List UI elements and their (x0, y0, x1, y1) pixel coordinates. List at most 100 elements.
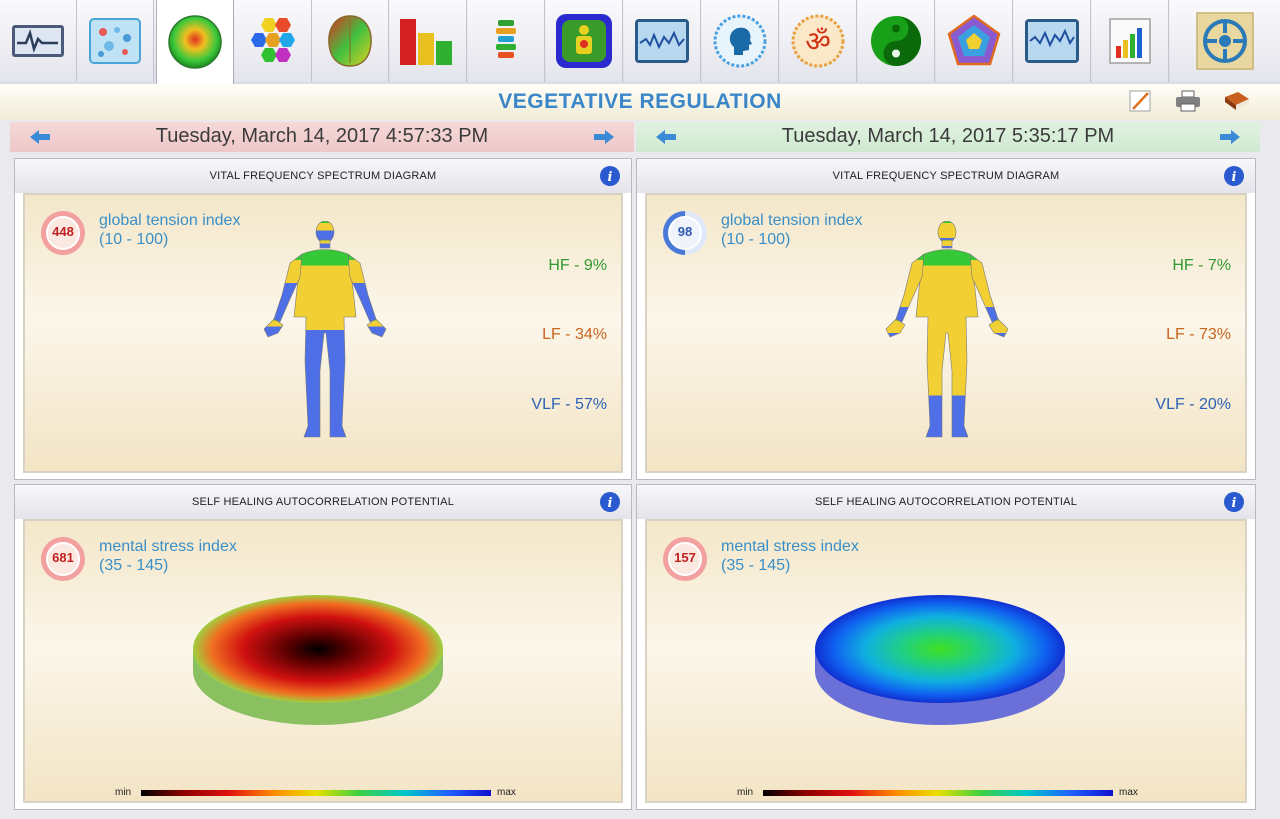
panel-body: 448 global tension index (10 - 100) HF -… (23, 193, 623, 473)
tb-bar-chart-button[interactable] (390, 0, 467, 82)
edit-icon (1129, 90, 1151, 112)
vlf-value: VLF - 20% (1155, 396, 1231, 413)
panel-title: SELF HEALING AUTOCORRELATION POTENTIAL (814, 496, 1078, 508)
pentagon-chart-icon (947, 14, 1001, 66)
info-icon[interactable]: i (599, 165, 621, 187)
body-scan-icon (556, 14, 612, 68)
wave-chart-icon (635, 19, 689, 63)
index-name: global tension index (99, 212, 241, 229)
index-badge: 98 (661, 209, 709, 257)
svg-text:ॐ: ॐ (805, 25, 831, 58)
panel-header: VITAL FREQUENCY SPECTRUM DIAGRAM i (637, 159, 1255, 193)
body-diagram-left (263, 221, 387, 438)
scale-gradient-bar (141, 790, 491, 796)
tb-cell-analysis-button[interactable] (77, 0, 154, 82)
global-tension-value: 98 (677, 224, 693, 239)
scale-max-label: max (1119, 787, 1138, 798)
index-name: mental stress index (721, 538, 859, 555)
logo-icon (1196, 12, 1254, 70)
color-scale: min max (737, 787, 1157, 801)
panel-body: 157 mental stress index (35 - 145) min m… (645, 519, 1247, 803)
vlf-value: VLF - 57% (531, 396, 607, 413)
mental-stress-value: 681 (52, 550, 74, 565)
index-range: (10 - 100) (721, 231, 791, 248)
cell-analysis-icon (89, 18, 141, 64)
self-healing-panel-right: SELF HEALING AUTOCORRELATION POTENTIAL i… (636, 484, 1256, 810)
energy-sphere-icon (168, 15, 222, 69)
tb-bar-report-button[interactable] (1092, 0, 1169, 82)
index-badge: 681 (39, 535, 87, 583)
tb-om-symbol-button[interactable]: ॐ (780, 0, 857, 82)
vital-spectrum-panel-right: VITAL FREQUENCY SPECTRUM DIAGRAM i 98 gl… (636, 158, 1256, 480)
session-date-left: Tuesday, March 14, 2017 4:57:33 PM (155, 125, 489, 147)
tb-wave-chart-2-button[interactable] (1014, 0, 1091, 82)
brain-map-icon (328, 15, 372, 67)
tb-wave-chart-button[interactable] (624, 0, 701, 82)
scale-max-label: max (497, 787, 516, 798)
scale-gradient-bar (763, 790, 1113, 796)
hf-value: HF - 7% (1172, 257, 1231, 274)
edit-button[interactable] (1128, 89, 1154, 113)
bar-report-icon (1109, 18, 1151, 64)
svg-text:i: i (608, 496, 613, 511)
panel-title: SELF HEALING AUTOCORRELATION POTENTIAL (191, 496, 455, 508)
hexagon-organs-icon (251, 18, 295, 62)
autocorrelation-disc-right (815, 595, 1065, 725)
index-range: (35 - 145) (99, 557, 169, 574)
yin-yang-icon (871, 16, 921, 66)
tb-hexagon-organs-button[interactable] (235, 0, 312, 82)
page-title: VEGETATIVE REGULATION (498, 90, 782, 113)
head-profile-icon (713, 14, 767, 68)
tb-pentagon-chart-button[interactable] (936, 0, 1013, 82)
svg-text:i: i (1232, 170, 1237, 185)
info-icon[interactable]: i (1223, 165, 1245, 187)
vital-spectrum-panel-left: VITAL FREQUENCY SPECTRUM DIAGRAM i 448 g… (14, 158, 632, 480)
lf-value: LF - 73% (1166, 326, 1231, 343)
color-scale: min max (115, 787, 535, 801)
tb-ecg-monitor-button[interactable] (0, 0, 77, 82)
info-icon[interactable]: i (599, 491, 621, 513)
spine-icon (496, 20, 516, 58)
index-range: (35 - 145) (721, 557, 791, 574)
title-bar: VEGETATIVE REGULATION (0, 84, 1280, 120)
hf-value: HF - 9% (548, 257, 607, 274)
help-book-button[interactable] (1222, 89, 1249, 113)
next-arrow-icon[interactable] (594, 128, 614, 146)
tb-logo-button[interactable] (1170, 0, 1280, 82)
index-name: global tension index (721, 212, 863, 229)
index-badge: 448 (39, 209, 87, 257)
book-icon (1225, 92, 1249, 110)
index-name: mental stress index (99, 538, 237, 555)
panel-header: SELF HEALING AUTOCORRELATION POTENTIAL i (15, 485, 631, 519)
autocorrelation-disc-left (193, 595, 443, 725)
tb-head-profile-button[interactable] (702, 0, 779, 82)
svg-text:i: i (1232, 496, 1237, 511)
index-range: (10 - 100) (99, 231, 169, 248)
scale-min-label: min (115, 787, 132, 798)
tb-energy-sphere-button[interactable] (156, 0, 234, 84)
tb-body-scan-button[interactable] (546, 0, 623, 82)
session-date-right: Tuesday, March 14, 2017 5:35:17 PM (781, 125, 1115, 147)
scale-min-label: min (737, 787, 754, 798)
body-diagram-right (885, 221, 1009, 438)
svg-text:i: i (608, 170, 613, 185)
info-icon[interactable]: i (1223, 491, 1245, 513)
module-toolbar: ॐ (0, 0, 1280, 85)
panel-body: 681 mental stress index (35 - 145) min m… (23, 519, 623, 803)
lf-value: LF - 34% (542, 326, 607, 343)
tb-brain-map-button[interactable] (312, 0, 389, 82)
panel-title: VITAL FREQUENCY SPECTRUM DIAGRAM (832, 170, 1060, 182)
printer-icon (1176, 90, 1200, 112)
session-date-bar-right: Tuesday, March 14, 2017 5:35:17 PM (636, 122, 1260, 152)
tb-spine-button[interactable] (468, 0, 545, 82)
session-date-bar-left: Tuesday, March 14, 2017 4:57:33 PM (10, 122, 634, 152)
tb-yin-yang-button[interactable] (858, 0, 935, 82)
print-button[interactable] (1174, 89, 1200, 113)
self-healing-panel-left: SELF HEALING AUTOCORRELATION POTENTIAL i… (14, 484, 632, 810)
wave-chart-2-icon (1025, 19, 1079, 63)
ecg-monitor-icon (12, 25, 64, 57)
next-arrow-icon[interactable] (1220, 128, 1240, 146)
index-badge: 157 (661, 535, 709, 583)
panel-body: 98 global tension index (10 - 100) HF - … (645, 193, 1247, 473)
panel-header: SELF HEALING AUTOCORRELATION POTENTIAL i (637, 485, 1255, 519)
